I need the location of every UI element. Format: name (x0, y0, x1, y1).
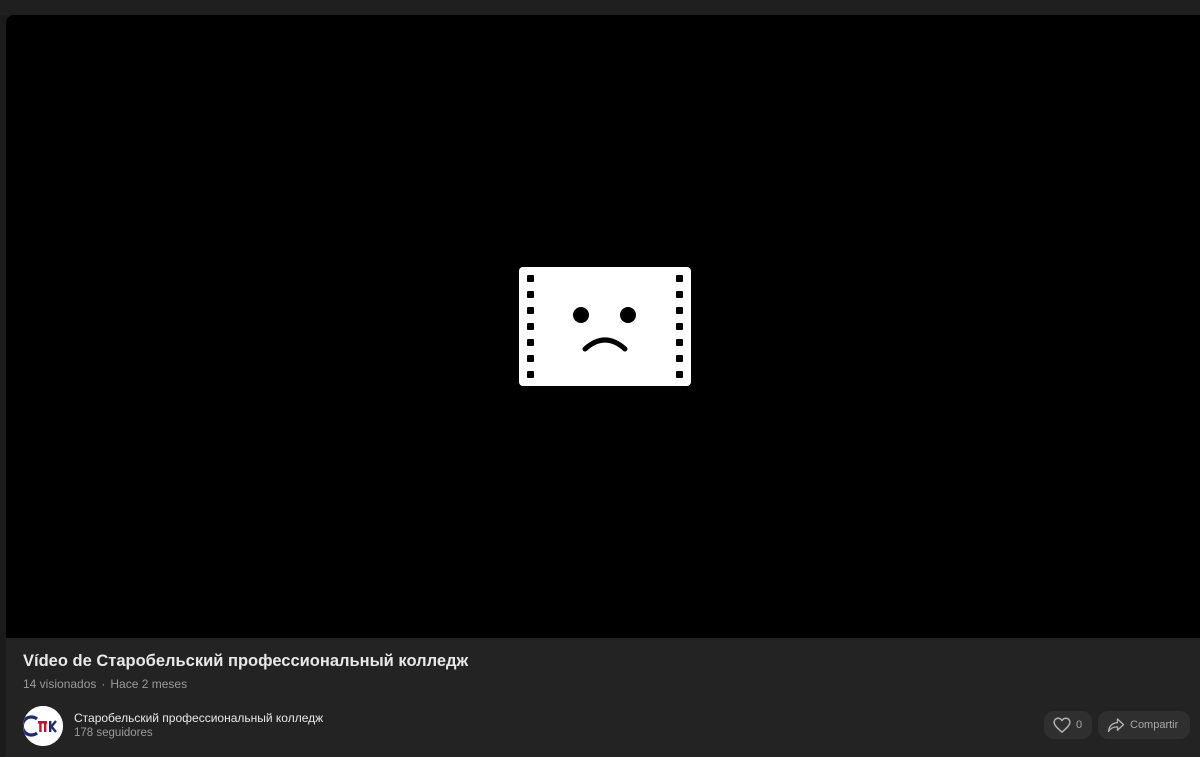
top-bar (0, 0, 1200, 15)
channel-name[interactable]: Старобельский профессиональный колледж (74, 711, 323, 725)
video-meta: 14 visionados · Hace 2 meses (23, 677, 187, 691)
video-player[interactable] (6, 15, 1200, 638)
channel-logo (23, 706, 63, 746)
sad-film-icon (519, 267, 691, 386)
heart-icon (1053, 717, 1071, 733)
share-button[interactable]: Compartir (1098, 711, 1190, 739)
like-button[interactable]: 0 (1044, 711, 1092, 739)
like-count: 0 (1076, 719, 1083, 731)
upload-age: Hace 2 meses (110, 677, 188, 691)
meta-separator: · (101, 677, 106, 691)
view-count: 14 visionados (23, 677, 97, 691)
share-arrow-icon (1107, 718, 1125, 733)
channel-avatar[interactable] (23, 706, 63, 746)
video-info: Vídeo de Старобельский профессиональный … (6, 638, 1200, 757)
video-card: Vídeo de Старобельский профессиональный … (6, 15, 1200, 757)
video-title: Vídeo de Старобельский профессиональный … (23, 652, 469, 670)
follower-count: 178 seguidores (74, 727, 153, 739)
share-label: Compartir (1130, 719, 1179, 731)
